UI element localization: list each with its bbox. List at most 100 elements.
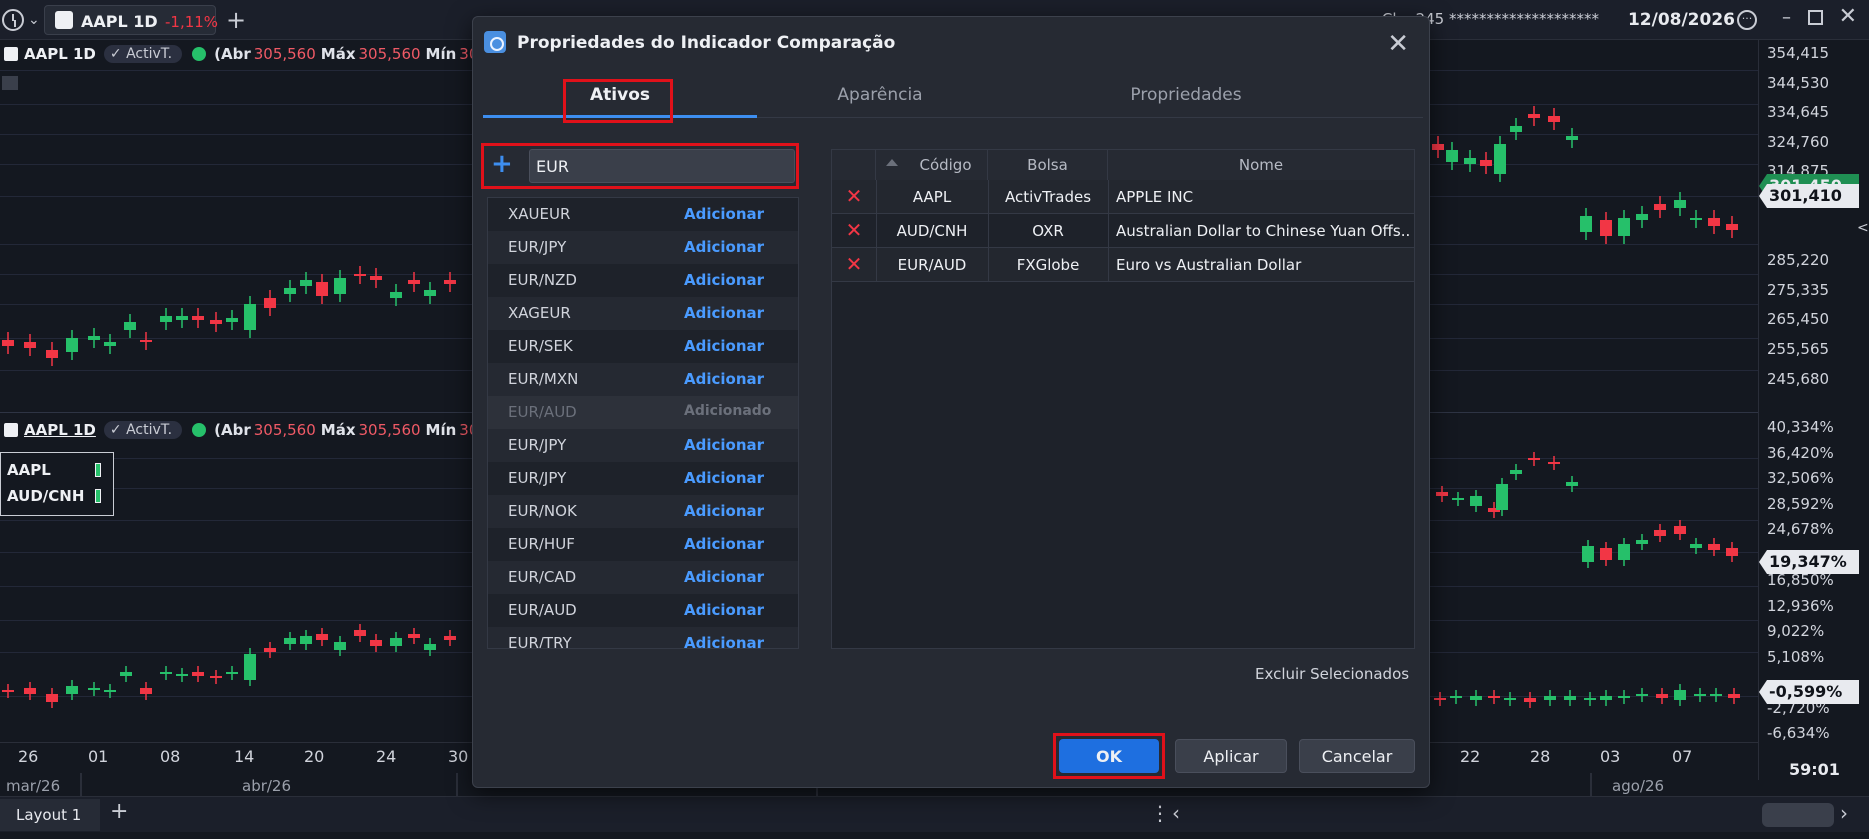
tab-aparencia[interactable]: Aparência <box>825 85 935 105</box>
cell-name: Australian Dollar to Chinese Yuan Offs..… <box>1116 222 1410 240</box>
scroll-left-icon[interactable]: ‹ <box>1172 801 1180 825</box>
table-row[interactable]: ✕ EUR/AUD FXGlobe Euro vs Australian Dollar <box>832 248 1414 282</box>
table-row[interactable]: ✕ AAPL ActivTrades APPLE INC <box>832 180 1414 214</box>
result-row[interactable]: EUR/CAD Adicionar <box>488 561 798 594</box>
price-axis-label: 334,645 <box>1767 103 1830 122</box>
apply-button[interactable]: Aplicar <box>1175 739 1287 773</box>
add-button[interactable]: Adicionar <box>684 535 764 553</box>
chevron-down-icon[interactable]: ⌄ <box>28 12 40 28</box>
percent-axis-label: 9,022% <box>1767 622 1825 640</box>
result-row[interactable]: EUR/NOK Adicionar <box>488 495 798 528</box>
time-tick: 07 <box>1672 747 1693 766</box>
result-code: EUR/CAD <box>508 568 577 586</box>
add-button[interactable]: Adicionar <box>684 634 764 648</box>
remove-icon[interactable]: ✕ <box>832 218 876 242</box>
cancel-button[interactable]: Cancelar <box>1299 739 1415 773</box>
cell-separator <box>988 214 989 248</box>
highlight-box <box>1053 733 1165 779</box>
result-row[interactable]: EUR/HUF Adicionar <box>488 528 798 561</box>
result-row[interactable]: EUR/JPY Adicionar <box>488 429 798 462</box>
add-button[interactable]: Adicionar <box>684 205 764 223</box>
sort-asc-icon <box>886 159 898 166</box>
result-row[interactable]: EUR/SEK Adicionar <box>488 330 798 363</box>
result-row[interactable]: XAUEUR Adicionar <box>488 198 798 231</box>
search-results-list[interactable]: XAUEUR Adicionar EUR/JPY Adicionar EUR/NZD Ad… <box>487 197 799 649</box>
add-button[interactable]: Adicionar <box>684 502 764 520</box>
month-separator <box>80 773 82 797</box>
table-header-label: Código <box>919 156 972 174</box>
add-button[interactable]: Adicionar <box>684 436 764 454</box>
price-axis-label: 275,335 <box>1767 280 1830 299</box>
close-icon[interactable]: ✕ <box>1387 29 1409 59</box>
chart-tab[interactable]: AAPL 1D -1,11% <box>44 5 218 35</box>
result-row[interactable]: EUR/NZD Adicionar <box>488 264 798 297</box>
cell-code: AAPL <box>912 188 952 206</box>
remove-icon[interactable]: ✕ <box>832 184 876 208</box>
price-tag-last: 301,410 <box>1759 184 1859 208</box>
add-button[interactable]: Adicionar <box>684 271 764 289</box>
chevron-left-icon[interactable]: < <box>1857 220 1869 236</box>
month-separator <box>456 773 458 797</box>
add-button[interactable]: Adicionar <box>684 469 764 487</box>
add-button[interactable]: Adicionar <box>684 238 764 256</box>
selected-assets-table[interactable]: Código Bolsa Nome ✕ AAPL ActivTrades APPLE … <box>831 149 1415 649</box>
tab-symbol: AAPL 1D <box>81 12 158 31</box>
table-row[interactable]: ✕ AUD/CNH OXR Australian Dollar to Chinese … <box>832 214 1414 248</box>
price-tag-percent-2: -0,599% <box>1759 680 1859 704</box>
cell-separator <box>876 214 877 248</box>
result-row[interactable]: EUR/AUD Adicionar <box>488 594 798 627</box>
bottom-bar: Layout 1 + ⋮ ‹ › <box>0 796 1869 832</box>
result-row[interactable]: EUR/JPY Adicionar <box>488 462 798 495</box>
time-tick: 01 <box>88 747 109 766</box>
result-row[interactable]: EUR/TRY Adicionar <box>488 627 798 648</box>
price-axis-label: 285,220 <box>1767 251 1830 270</box>
table-header-code[interactable]: Código <box>876 150 988 180</box>
price-axis[interactable]: 354,415 344,530 334,645 324,760 314,875 285,2… <box>1758 40 1869 780</box>
table-header-name[interactable]: Nome <box>1108 150 1414 180</box>
add-tab-button[interactable]: + <box>226 6 246 34</box>
clock-icon[interactable] <box>2 9 24 31</box>
result-row[interactable]: EUR/AUD Adicionado <box>488 396 798 429</box>
price-axis-label: 354,415 <box>1767 44 1830 62</box>
more-icon[interactable]: ··· <box>1737 10 1757 30</box>
percent-axis-label: 28,592% <box>1767 494 1834 513</box>
table-header-exchange[interactable]: Bolsa <box>988 150 1108 180</box>
result-row[interactable]: EUR/JPY Adicionar <box>488 231 798 264</box>
highlight-box <box>563 79 673 123</box>
add-button[interactable]: Adicionar <box>684 337 764 355</box>
percent-axis-label: -6,634% <box>1767 724 1830 742</box>
add-button[interactable]: Adicionar <box>684 568 764 586</box>
price-axis-label: 265,450 <box>1767 310 1830 329</box>
delete-selected-link[interactable]: Excluir Selecionados <box>1255 665 1409 683</box>
add-button[interactable]: Adicionar <box>684 304 764 322</box>
app-window: ⌄ AAPL 1D -1,11% + Cl... 245 ***********… <box>0 0 1869 839</box>
cell-exchange: OXR <box>1032 222 1064 240</box>
time-tick: 26 <box>18 747 39 766</box>
result-code: EUR/MXN <box>508 370 579 388</box>
result-row[interactable]: EUR/MXN Adicionar <box>488 363 798 396</box>
price-tag-percent: 19,347% <box>1759 550 1859 574</box>
result-code: EUR/JPY <box>508 436 567 454</box>
add-button[interactable]: Adicionar <box>684 601 764 619</box>
cell-separator <box>1108 214 1109 248</box>
scroll-right-icon[interactable]: › <box>1840 801 1848 825</box>
apple-logo-icon <box>55 11 73 29</box>
layout-tab[interactable]: Layout 1 <box>0 799 100 831</box>
minimize-icon[interactable]: – <box>1782 7 1791 28</box>
add-layout-button[interactable]: + <box>110 799 128 824</box>
percent-axis-label: 36,420% <box>1767 443 1834 462</box>
restore-icon[interactable] <box>1808 10 1823 25</box>
more-vertical-icon[interactable]: ⋮ <box>1150 801 1170 825</box>
percent-axis-label: 5,108% <box>1767 647 1825 666</box>
close-window-icon[interactable]: ✕ <box>1839 4 1857 29</box>
month-label: abr/26 <box>242 777 292 795</box>
remove-icon[interactable]: ✕ <box>832 252 876 276</box>
time-tick: 30 <box>448 747 469 766</box>
time-tick: 28 <box>1530 747 1551 766</box>
scrollbar-thumb[interactable] <box>1762 803 1834 827</box>
month-separator <box>1590 773 1592 797</box>
cell-separator <box>988 180 989 214</box>
add-button[interactable]: Adicionar <box>684 370 764 388</box>
result-row[interactable]: XAGEUR Adicionar <box>488 297 798 330</box>
tab-propriedades[interactable]: Propriedades <box>1121 85 1251 105</box>
